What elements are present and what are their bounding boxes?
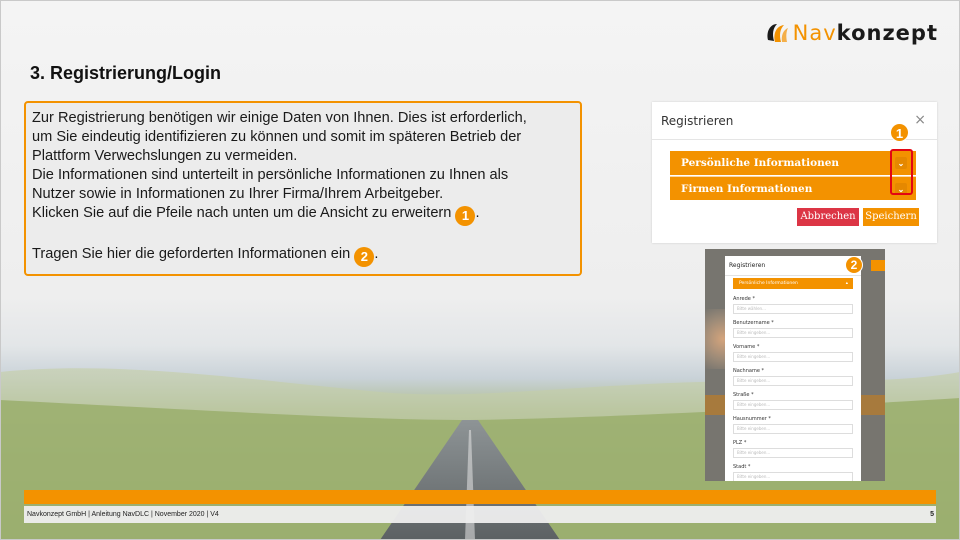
- salutation-select[interactable]: Bitte wählen...: [733, 304, 853, 314]
- page-number: 5: [930, 511, 934, 518]
- field-label: Benutzername *: [733, 320, 774, 326]
- field-label: Stadt *: [733, 464, 751, 470]
- logo-wordmark: Navkonzept: [792, 21, 938, 45]
- divider: [725, 275, 861, 276]
- field-label: Anrede *: [733, 296, 755, 302]
- dialog-title: Registrieren: [661, 114, 734, 128]
- register-dialog-screenshot: Registrieren × 1 Persönliche Information…: [652, 102, 937, 243]
- field-label: Hausnummer *: [733, 416, 771, 422]
- step-marker-2: 2: [845, 256, 863, 274]
- register-form-screenshot: Registrieren Persönliche Informationen ▴ …: [705, 249, 885, 481]
- chevron-highlight-frame: [890, 149, 913, 195]
- street-input[interactable]: Bitte eingeben...: [733, 400, 853, 410]
- paragraph-line: Tragen Sie hier die geforderten Informat…: [32, 245, 574, 267]
- background-login-button: [871, 260, 885, 271]
- navkonzept-logo: Navkonzept: [764, 20, 938, 46]
- housenumber-input[interactable]: Bitte eingeben...: [733, 424, 853, 434]
- step-marker-1: 1: [890, 123, 909, 142]
- paragraph-line: Zur Registrierung benötigen wir einige D…: [32, 110, 527, 126]
- paragraph-line: Nutzer sowie in Informationen zu Ihrer F…: [32, 186, 444, 202]
- field-label: Vorname *: [733, 344, 760, 350]
- paragraph-line: Plattform Verwechslungen zu vermeiden.: [32, 148, 298, 164]
- section-personal-info[interactable]: Persönliche Informationen ⌄: [670, 151, 916, 175]
- logo-swirl-icon: [767, 24, 788, 42]
- zip-input[interactable]: Bitte eingeben...: [733, 448, 853, 458]
- page-title: 3. Registrierung/Login: [30, 63, 222, 83]
- close-icon[interactable]: ×: [914, 112, 926, 128]
- paragraph-line: Klicken Sie auf die Pfeile nach unten um…: [32, 204, 574, 226]
- field-label: PLZ *: [733, 440, 747, 446]
- register-form-modal: Registrieren Persönliche Informationen ▴ …: [725, 256, 861, 481]
- cancel-button[interactable]: Abbrechen: [797, 208, 859, 226]
- paragraph-line: um Sie eindeutig identifizieren zu könne…: [32, 129, 522, 145]
- step-marker-2: 2: [354, 247, 375, 267]
- section-personal-info[interactable]: Persönliche Informationen ▴: [733, 278, 853, 289]
- footer-accent-bar: [24, 490, 936, 504]
- form-title: Registrieren: [729, 262, 766, 269]
- paragraph-line: Die Informationen sind unterteilt in per…: [32, 167, 509, 183]
- firstname-input[interactable]: Bitte eingeben...: [733, 352, 853, 362]
- lastname-input[interactable]: Bitte eingeben...: [733, 376, 853, 386]
- footer-text: Navkonzept GmbH | Anleitung NavDLC | Nov…: [27, 511, 219, 518]
- save-button[interactable]: Speichern: [863, 208, 919, 226]
- step-marker-1: 1: [455, 206, 476, 226]
- section-company-info[interactable]: Firmen Informationen ⌄: [670, 176, 916, 200]
- field-label: Nachname *: [733, 368, 764, 374]
- username-input[interactable]: Bitte eingeben...: [733, 328, 853, 338]
- instruction-text-box: Zur Registrierung benötigen wir einige D…: [24, 101, 582, 276]
- chevron-up-icon[interactable]: ▴: [846, 278, 848, 289]
- city-input[interactable]: Bitte eingeben...: [733, 472, 853, 481]
- field-label: Straße *: [733, 392, 754, 398]
